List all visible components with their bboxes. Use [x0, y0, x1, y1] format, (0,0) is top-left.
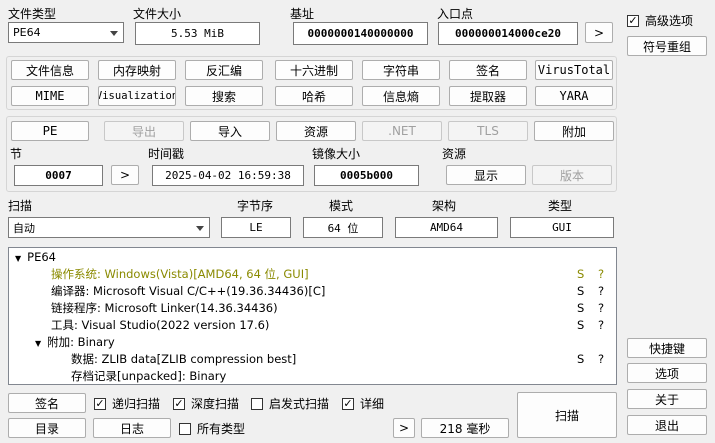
type-field[interactable]: GUI [510, 217, 614, 238]
tls-button[interactable]: TLS [448, 121, 528, 141]
base-address-label: 基址 [290, 7, 315, 21]
all-types-checkbox[interactable]: 所有类型 [179, 420, 245, 437]
tree-item[interactable]: 存档记录[unpacked]: Binary [71, 368, 226, 384]
resources-label: 资源 [442, 147, 467, 161]
timestamp-field[interactable]: 2025-04-02 16:59:38 [152, 165, 304, 186]
endian-field[interactable]: LE [221, 217, 291, 238]
mode-field[interactable]: 64 位 [303, 217, 383, 238]
check-icon: ✓ [94, 397, 106, 410]
tree-item-info-link[interactable]: ? [598, 283, 604, 299]
options-button[interactable]: 选项 [627, 363, 707, 383]
overlay-button[interactable]: 附加 [534, 121, 614, 141]
endian-label: 字节序 [237, 199, 274, 213]
tree-item-info-link[interactable]: ? [598, 300, 604, 316]
toolbar-button-2[interactable]: 内存映射 [98, 60, 176, 80]
elapsed-time-field: 218 毫秒 [421, 418, 509, 438]
entry-point-field[interactable]: 000000014000ce20 [438, 22, 578, 45]
tree-item-status: S [577, 352, 585, 366]
image-size-field[interactable]: 0005b000 [314, 165, 419, 186]
toolbar-button-7[interactable]: VirusTotal [535, 60, 613, 80]
advanced-options-label: 高级选项 [645, 14, 694, 28]
log-button[interactable]: 日志 [93, 418, 171, 438]
expand-arrow-icon: ▼ [15, 254, 22, 263]
pe-button[interactable]: PE [11, 121, 89, 141]
toolbar-button-7[interactable]: YARA [535, 86, 613, 106]
recursive-scan-checkbox[interactable]: ✓ 递归扫描 [94, 395, 160, 412]
base-address-field[interactable]: 0000000140000000 [293, 22, 428, 45]
check-icon: ✓ [342, 397, 354, 410]
expand-arrow-icon: ▼ [35, 339, 42, 348]
toolbar-button-3[interactable]: 反汇编 [185, 60, 263, 80]
toolbar-button-6[interactable]: 提取器 [449, 86, 527, 106]
toolbar-button-5[interactable]: 信息熵 [362, 86, 440, 106]
section-label: 节 [10, 147, 23, 161]
exit-button[interactable]: 退出 [627, 415, 707, 435]
tree-item[interactable]: 编译器: Microsoft Visual C/C++(19.36.34436)… [51, 283, 325, 299]
arch-field[interactable]: AMD64 [395, 217, 498, 238]
chevron-down-icon [110, 30, 118, 36]
file-size-field[interactable]: 5.53 MiB [135, 22, 260, 45]
tree-node-overlay[interactable]: ▼ 附加: Binary [35, 334, 115, 352]
toolbar-button-6[interactable]: 签名 [449, 60, 527, 80]
entry-point-label: 入口点 [437, 7, 474, 21]
section-go-button[interactable]: > [111, 165, 139, 185]
mode-label: 模式 [329, 199, 354, 213]
check-icon: ✓ [173, 397, 185, 410]
file-type-label: 文件类型 [8, 7, 57, 21]
tree-item-info-link[interactable]: ? [598, 266, 604, 282]
toolbar-button-1[interactable]: 文件信息 [11, 60, 89, 80]
advanced-options-checkbox[interactable]: ✓ 高级选项 [627, 12, 693, 29]
heuristic-scan-checkbox[interactable]: 启发式扫描 [251, 395, 329, 412]
unchecked-box-icon [179, 422, 191, 435]
about-button[interactable]: 关于 [627, 389, 707, 409]
tree-item-status: S [577, 284, 585, 298]
unchecked-box-icon [251, 397, 263, 410]
toolbar-button-3[interactable]: 搜索 [185, 86, 263, 106]
directory-button[interactable]: 目录 [8, 418, 86, 438]
tree-item-status: S [577, 301, 585, 315]
signatures-button[interactable]: 签名 [8, 393, 86, 413]
tree-node-root[interactable]: ▼ PE64 [15, 249, 56, 267]
image-size-label: 镜像大小 [312, 147, 361, 161]
toolbar-button-4[interactable]: 十六进制 [275, 60, 353, 80]
section-count-field[interactable]: 0007 [14, 165, 103, 186]
chevron-down-icon [196, 225, 204, 231]
shortcuts-button[interactable]: 快捷键 [627, 338, 707, 358]
show-button[interactable]: 显示 [446, 165, 526, 185]
export-button[interactable]: 导出 [104, 121, 184, 141]
tree-item[interactable]: 数据: ZLIB data[ZLIB compression best] [71, 351, 296, 367]
tree-item-info-link[interactable]: ? [598, 317, 604, 333]
tree-item-status: S [577, 318, 585, 332]
resources-button[interactable]: 资源 [276, 121, 356, 141]
scan-label: 扫描 [8, 199, 33, 213]
rebuild-symbols-button[interactable]: 符号重组 [627, 36, 707, 56]
check-icon: ✓ [627, 14, 639, 27]
file-size-label: 文件大小 [133, 7, 182, 21]
time-go-button[interactable]: > [393, 418, 415, 438]
tree-item[interactable]: 链接程序: Microsoft Linker(14.36.34436) [51, 300, 278, 316]
scan-results-tree[interactable]: ▼ PE64 操作系统: Windows(Vista)[AMD64, 64 位, … [8, 247, 617, 385]
tree-item[interactable]: 操作系统: Windows(Vista)[AMD64, 64 位, GUI] [51, 266, 309, 282]
version-button[interactable]: 版本 [532, 165, 612, 185]
timestamp-label: 时间戳 [148, 147, 185, 161]
file-type-value: PE64 [13, 26, 41, 39]
verbose-checkbox[interactable]: ✓ 详细 [342, 395, 384, 412]
tree-item[interactable]: 工具: Visual Studio(2022 version 17.6) [51, 317, 269, 333]
toolbar-button-5[interactable]: 字符串 [362, 60, 440, 80]
toolbar-button-1[interactable]: MIME [11, 86, 89, 106]
scan-button[interactable]: 扫描 [517, 392, 617, 438]
tree-item-status: S [577, 267, 585, 281]
scan-mode-value: 自动 [13, 221, 35, 235]
toolbar-button-2[interactable]: Visualization [98, 86, 176, 106]
deep-scan-checkbox[interactable]: ✓ 深度扫描 [173, 395, 239, 412]
tree-item-info-link[interactable]: ? [598, 351, 604, 367]
entry-point-go-button[interactable]: > [585, 22, 613, 43]
type-label: 类型 [548, 199, 573, 213]
import-button[interactable]: 导入 [190, 121, 270, 141]
file-type-select[interactable]: PE64 [8, 22, 124, 43]
scan-mode-select[interactable]: 自动 [8, 217, 210, 238]
arch-label: 架构 [432, 199, 457, 213]
net-button[interactable]: .NET [362, 121, 442, 141]
toolbar-button-4[interactable]: 哈希 [275, 86, 353, 106]
